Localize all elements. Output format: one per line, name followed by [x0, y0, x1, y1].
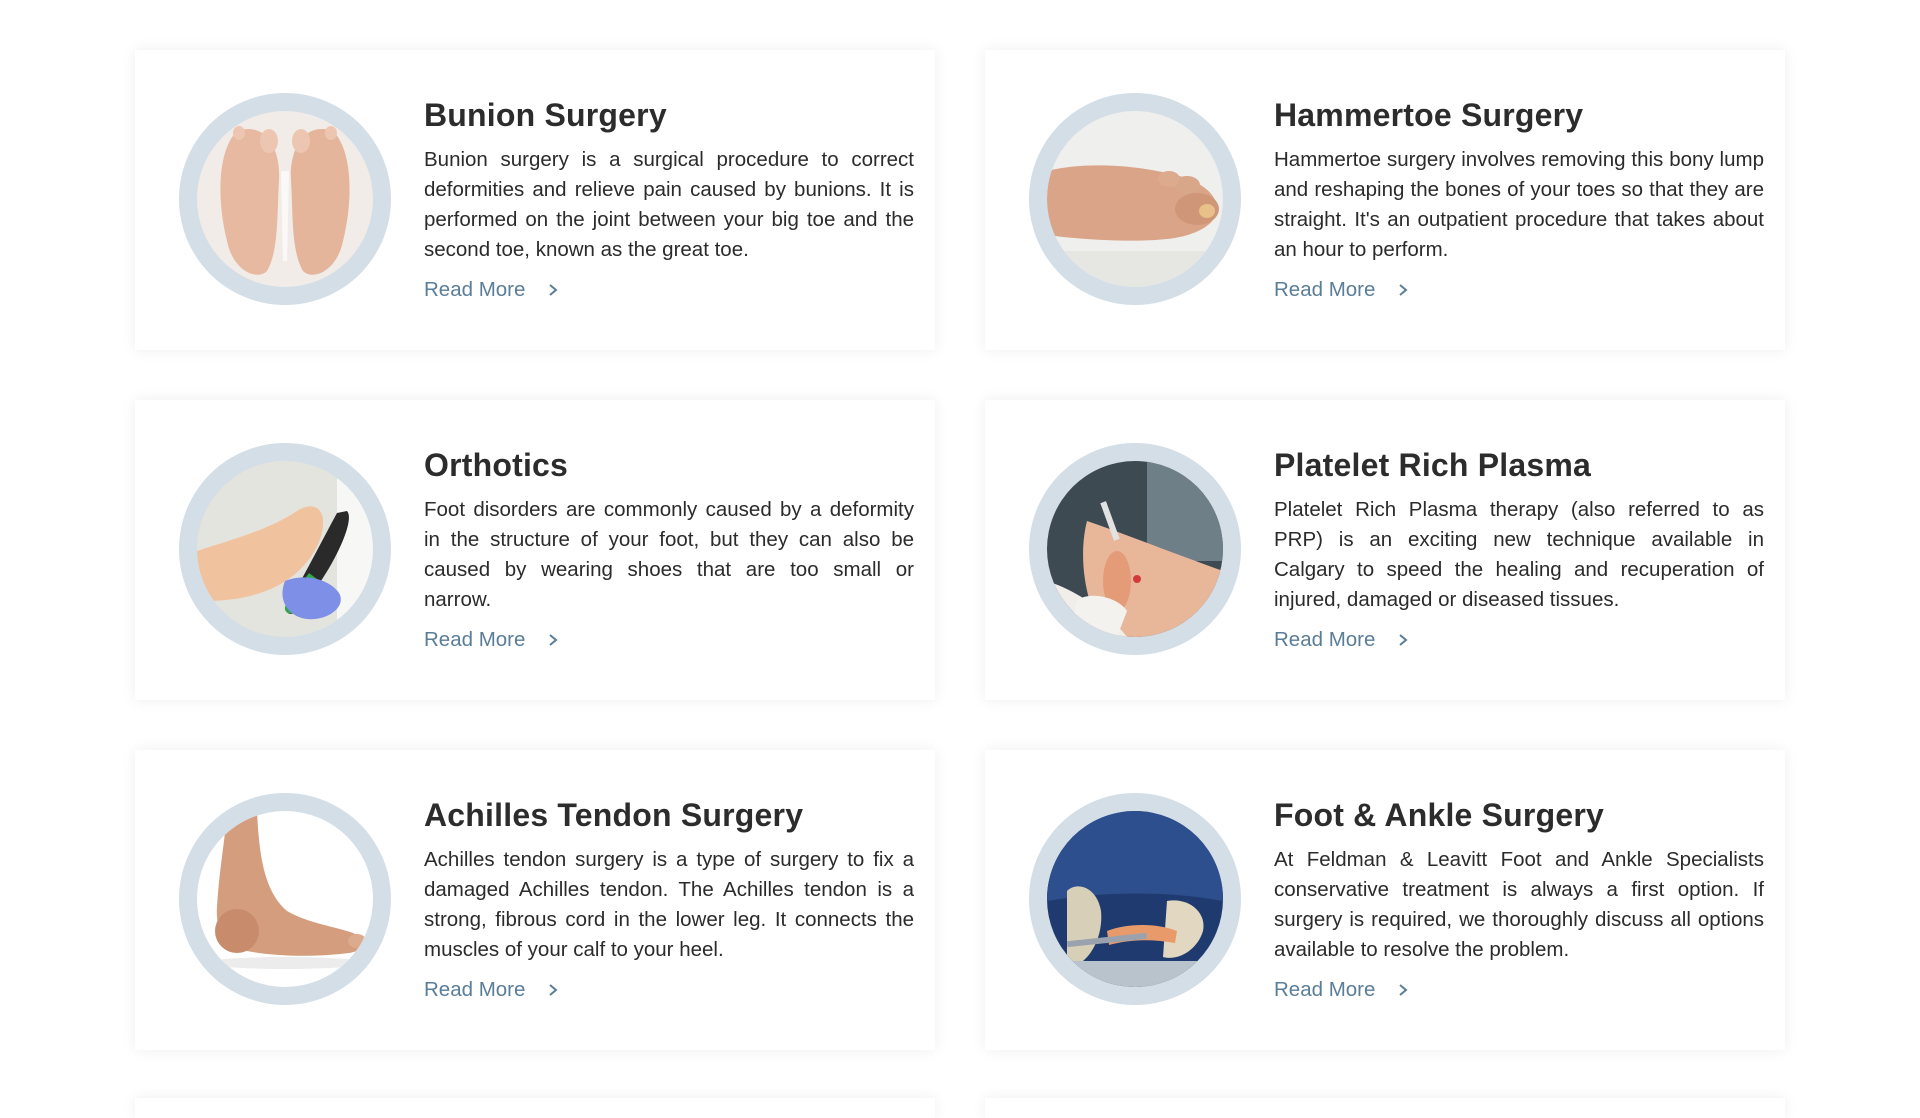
service-title: Achilles Tendon Surgery	[424, 797, 804, 833]
service-card-foot-ankle: Foot & Ankle Surgery At Feldman & Leavit…	[985, 750, 1785, 1050]
service-description: Foot disorders are commonly caused by a …	[424, 498, 914, 611]
chevron-right-icon	[549, 634, 558, 646]
service-card-achilles: Achilles Tendon Surgery Achilles tendon …	[135, 750, 935, 1050]
read-more-label: Read More	[1274, 278, 1376, 301]
read-more-label: Read More	[1274, 628, 1376, 651]
service-card-bunion: Bunion Surgery Bunion surgery is a surgi…	[135, 50, 935, 350]
service-card-partial	[135, 1098, 935, 1118]
image-ring	[179, 443, 391, 655]
service-card-orthotics: Orthotics Foot disorders are commonly ca…	[135, 400, 935, 700]
chevron-right-icon	[1399, 284, 1408, 296]
bunion-feet-photo[interactable]	[197, 111, 373, 287]
service-card-hammertoe: Hammertoe Surgery Hammertoe surgery invo…	[985, 50, 1785, 350]
image-ring	[1029, 793, 1241, 1005]
read-more-link[interactable]: Read More	[1274, 275, 1409, 305]
read-more-label: Read More	[424, 978, 526, 1001]
service-title: Hammertoe Surgery	[1274, 97, 1584, 133]
image-ring	[1029, 93, 1241, 305]
service-title: Platelet Rich Plasma	[1274, 447, 1592, 483]
service-description: Platelet Rich Plasma therapy (also refer…	[1274, 498, 1764, 611]
read-more-link[interactable]: Read More	[424, 975, 559, 1005]
chevron-right-icon	[1399, 634, 1408, 646]
service-card-partial	[985, 1098, 1785, 1118]
service-title: Orthotics	[424, 447, 569, 483]
service-description: At Feldman & Leavitt Foot and Ankle Spec…	[1274, 848, 1764, 961]
image-ring	[1029, 443, 1241, 655]
prp-injection-photo[interactable]	[1047, 461, 1223, 637]
chevron-right-icon	[549, 284, 558, 296]
chevron-right-icon	[1399, 984, 1408, 996]
service-title: Bunion Surgery	[424, 97, 667, 133]
read-more-label: Read More	[424, 628, 526, 651]
read-more-link[interactable]: Read More	[1274, 625, 1409, 655]
service-description: Bunion surgery is a surgical procedure t…	[424, 148, 914, 261]
chevron-right-icon	[549, 984, 558, 996]
service-description: Achilles tendon surgery is a type of sur…	[424, 848, 914, 961]
read-more-label: Read More	[1274, 978, 1376, 1001]
service-title: Foot & Ankle Surgery	[1274, 797, 1604, 833]
read-more-label: Read More	[424, 278, 526, 301]
read-more-link[interactable]: Read More	[424, 275, 559, 305]
service-description: Hammertoe surgery involves removing this…	[1274, 148, 1764, 261]
surgery-operation-photo[interactable]	[1047, 811, 1223, 987]
read-more-link[interactable]: Read More	[1274, 975, 1409, 1005]
image-ring	[179, 93, 391, 305]
service-card-prp: Platelet Rich Plasma Platelet Rich Plasm…	[985, 400, 1785, 700]
orthotic-insole-photo[interactable]	[197, 461, 373, 637]
read-more-link[interactable]: Read More	[424, 625, 559, 655]
hammertoe-foot-photo[interactable]	[1047, 111, 1223, 287]
image-ring	[179, 793, 391, 1005]
services-grid: Bunion Surgery Bunion surgery is a surgi…	[135, 50, 1785, 1050]
achilles-foot-photo[interactable]	[197, 811, 373, 987]
